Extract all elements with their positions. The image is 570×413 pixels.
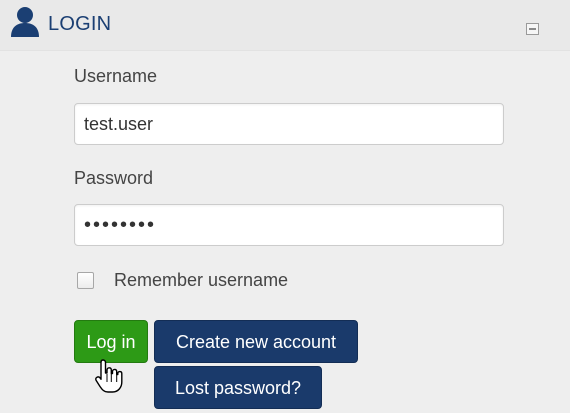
password-field[interactable] (74, 204, 504, 246)
lost-password-button[interactable]: Lost password? (154, 366, 322, 409)
create-account-button[interactable]: Create new account (154, 320, 358, 363)
login-panel: LOGIN Username Password Remember usernam… (0, 0, 570, 413)
remember-username-checkbox[interactable] (77, 272, 94, 289)
user-icon (11, 7, 39, 37)
username-field[interactable] (74, 103, 504, 145)
remember-username-label[interactable]: Remember username (114, 270, 288, 291)
block-title: LOGIN (48, 13, 112, 35)
username-label: Username (74, 66, 158, 86)
collapse-icon[interactable] (526, 23, 539, 35)
login-button[interactable]: Log in (74, 320, 148, 363)
password-label: Password (74, 168, 154, 188)
login-block-header: LOGIN (0, 0, 570, 51)
